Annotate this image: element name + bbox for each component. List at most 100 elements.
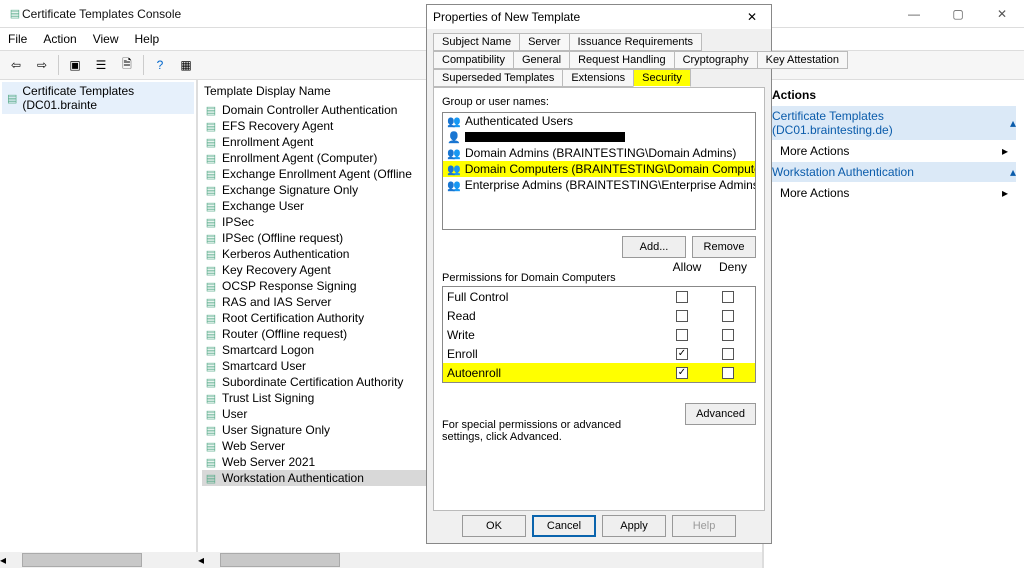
mid-hscroll[interactable]: ◂ — [198, 552, 762, 568]
template-icon: ▤ — [204, 439, 218, 453]
dialog-title: Properties of New Template — [433, 10, 739, 24]
permission-name: Full Control — [447, 290, 659, 304]
actions-group-cert-templates[interactable]: Certificate Templates (DC01.braintesting… — [772, 106, 1016, 140]
actions-group-workstation-auth[interactable]: Workstation Authentication ▴ — [772, 162, 1016, 182]
export-button[interactable]: 🗎 — [115, 53, 139, 77]
template-label: IPSec — [222, 215, 254, 229]
template-label: Exchange Enrollment Agent (Offline — [222, 167, 412, 181]
menu-file[interactable]: File — [8, 32, 27, 46]
group-icon: 👥 — [447, 162, 461, 176]
permission-row: Read — [443, 306, 755, 325]
menu-action[interactable]: Action — [43, 32, 76, 46]
template-icon: ▤ — [204, 247, 218, 261]
actions-group1-label: Certificate Templates (DC01.braintesting… — [772, 109, 1006, 137]
tab-security[interactable]: Security — [633, 69, 691, 87]
tab-superseded-templates[interactable]: Superseded Templates — [433, 69, 563, 87]
template-label: EFS Recovery Agent — [222, 119, 333, 133]
tab-extensions[interactable]: Extensions — [562, 69, 634, 87]
template-icon: ▤ — [204, 231, 218, 245]
nav-hscroll[interactable]: ◂ — [0, 552, 198, 568]
allow-checkbox[interactable]: ✓ — [676, 367, 688, 379]
dialog-titlebar: Properties of New Template ✕ — [427, 5, 771, 29]
properties-dialog: Properties of New Template ✕ Subject Nam… — [426, 4, 772, 544]
nav-root[interactable]: ▤ Certificate Templates (DC01.brainte — [2, 82, 194, 114]
deny-checkbox[interactable] — [722, 291, 734, 303]
menu-help[interactable]: Help — [135, 32, 160, 46]
menu-view[interactable]: View — [93, 32, 119, 46]
template-label: Web Server — [222, 439, 285, 453]
tab-server[interactable]: Server — [519, 33, 569, 51]
separator — [58, 55, 59, 75]
help-button[interactable]: ? — [148, 53, 172, 77]
group-listbox[interactable]: 👥Authenticated Users👤👥Domain Admins (BRA… — [442, 112, 756, 230]
maximize-button[interactable]: ▢ — [936, 0, 980, 28]
user-icon: 👤 — [447, 130, 461, 144]
template-label: Subordinate Certification Authority — [222, 375, 403, 389]
help-button: Help — [672, 515, 736, 537]
remove-button[interactable]: Remove — [692, 236, 756, 258]
permission-row: Enroll✓ — [443, 344, 755, 363]
template-icon: ▤ — [204, 359, 218, 373]
list-view-button[interactable]: ☰ — [89, 53, 113, 77]
redacted-text — [465, 132, 625, 142]
permission-row: Write — [443, 325, 755, 344]
template-label: OCSP Response Signing — [222, 279, 357, 293]
deny-header: Deny — [710, 260, 756, 284]
tab-request-handling[interactable]: Request Handling — [569, 51, 674, 69]
tab-subject-name[interactable]: Subject Name — [433, 33, 520, 51]
collapse-icon: ▴ — [1010, 116, 1016, 130]
group-icon: 👥 — [447, 146, 461, 160]
template-icon: ▤ — [204, 423, 218, 437]
add-button[interactable]: Add... — [622, 236, 686, 258]
template-label: Web Server 2021 — [222, 455, 315, 469]
chevron-right-icon: ▸ — [1002, 186, 1008, 200]
apply-button[interactable]: Apply — [602, 515, 666, 537]
group-row[interactable]: 👥 Domain Admins (BRAINTESTING\Domain Admi… — [443, 145, 755, 161]
template-icon: ▤ — [204, 151, 218, 165]
group-row[interactable]: 👤 — [443, 129, 755, 145]
tab-issuance-requirements[interactable]: Issuance Requirements — [569, 33, 703, 51]
allow-header: Allow — [664, 260, 710, 284]
minimize-button[interactable]: — — [892, 0, 936, 28]
cancel-button[interactable]: Cancel — [532, 515, 596, 537]
allow-checkbox[interactable] — [676, 310, 688, 322]
dialog-close-button[interactable]: ✕ — [739, 7, 765, 27]
group-row[interactable]: 👥Enterprise Admins (BRAINTESTING\Enterpr… — [443, 177, 755, 193]
template-icon: ▤ — [204, 375, 218, 389]
forward-button[interactable]: ⇨ — [30, 53, 54, 77]
tab-general[interactable]: General — [513, 51, 570, 69]
template-icon: ▤ — [204, 199, 218, 213]
group-row[interactable]: 👥Domain Computers (BRAINTESTING\Domain C… — [443, 161, 755, 177]
advanced-button[interactable]: Advanced — [685, 403, 756, 425]
template-label: User Signature Only — [222, 423, 330, 437]
collapse-icon: ▴ — [1010, 165, 1016, 179]
deny-checkbox[interactable] — [722, 348, 734, 360]
ok-button[interactable]: OK — [462, 515, 526, 537]
more-actions-2[interactable]: More Actions ▸ — [772, 182, 1016, 204]
template-label: Trust List Signing — [222, 391, 314, 405]
tab-key-attestation[interactable]: Key Attestation — [757, 51, 848, 69]
refresh-button[interactable]: ▦ — [174, 53, 198, 77]
deny-checkbox[interactable] — [722, 329, 734, 341]
deny-checkbox[interactable] — [722, 310, 734, 322]
allow-checkbox[interactable]: ✓ — [676, 348, 688, 360]
template-icon: ▤ — [204, 407, 218, 421]
nav-tree[interactable]: ▤ Certificate Templates (DC01.brainte ◂ — [0, 80, 198, 568]
tab-strip: Subject NameServerIssuance Requirements … — [427, 29, 771, 87]
show-hide-tree-button[interactable]: ▣ — [63, 53, 87, 77]
group-label: Domain Admins (BRAINTESTING\Domain Admin… — [465, 146, 736, 160]
back-button[interactable]: ⇦ — [4, 53, 28, 77]
close-button[interactable]: ✕ — [980, 0, 1024, 28]
group-label: Authenticated Users — [465, 114, 573, 128]
separator — [143, 55, 144, 75]
tab-compatibility[interactable]: Compatibility — [433, 51, 514, 69]
allow-checkbox[interactable] — [676, 291, 688, 303]
advanced-hint: For special permissions or advanced sett… — [442, 419, 642, 443]
tab-cryptography[interactable]: Cryptography — [674, 51, 758, 69]
more-actions-1[interactable]: More Actions ▸ — [772, 140, 1016, 162]
actions-header: Actions — [772, 84, 1016, 106]
allow-checkbox[interactable] — [676, 329, 688, 341]
template-label: Kerberos Authentication — [222, 247, 349, 261]
deny-checkbox[interactable] — [722, 367, 734, 379]
group-row[interactable]: 👥Authenticated Users — [443, 113, 755, 129]
